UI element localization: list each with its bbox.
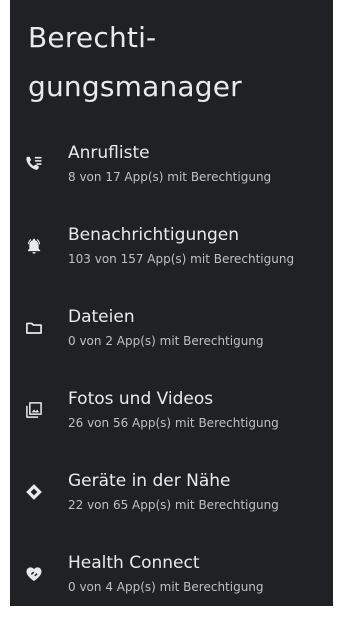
permission-item-nearby-devices[interactable]: Geräte in der Nähe 22 von 65 App(s) mit … (10, 464, 333, 546)
permission-item-label: Benachrichtigungen (68, 225, 240, 245)
permission-item-label: Fotos und Videos (68, 389, 214, 409)
permission-item-label: Health Connect (68, 553, 200, 573)
permission-item-call-log[interactable]: Anrufliste 8 von 17 App(s) mit Berechtig… (10, 136, 333, 218)
permission-item-summary: 26 von 56 App(s) mit Berechtigung (68, 416, 279, 430)
folder-icon (24, 318, 44, 338)
permission-item-summary: 103 von 157 App(s) mit Berechtigung (68, 252, 295, 266)
notification-bell-icon (24, 236, 44, 256)
permission-item-notifications[interactable]: Benachrichtigungen 103 von 157 App(s) mi… (10, 218, 333, 300)
permission-item-summary: 8 von 17 App(s) mit Berechtigung (68, 170, 272, 184)
permission-list: Anrufliste 8 von 17 App(s) mit Berechtig… (10, 136, 333, 606)
permission-manager-screen: Berechti- gungsmanager Anrufliste 8 von … (10, 0, 333, 606)
permission-item-summary: 0 von 4 App(s) mit Berechtigung (68, 580, 264, 594)
page-title: Berechti- gungsmanager (10, 0, 333, 111)
nearby-devices-icon (24, 482, 44, 502)
permission-item-summary: 22 von 65 App(s) mit Berechtigung (68, 498, 279, 512)
health-connect-icon (24, 564, 44, 584)
permission-item-files[interactable]: Dateien 0 von 2 App(s) mit Berechtigung (10, 300, 333, 382)
call-log-icon (24, 154, 44, 174)
permission-item-label: Dateien (68, 307, 135, 327)
photo-library-icon (24, 400, 44, 420)
permission-item-summary: 0 von 2 App(s) mit Berechtigung (68, 334, 264, 348)
permission-item-label: Geräte in der Nähe (68, 471, 231, 491)
permission-item-health-connect[interactable]: Health Connect 0 von 4 App(s) mit Berech… (10, 546, 333, 606)
permission-item-photos-videos[interactable]: Fotos und Videos 26 von 56 App(s) mit Be… (10, 382, 333, 464)
page-title-line-2: gungsmanager (28, 70, 242, 103)
page-title-line-1: Berechti- (28, 21, 157, 54)
permission-item-label: Anrufliste (68, 143, 150, 163)
